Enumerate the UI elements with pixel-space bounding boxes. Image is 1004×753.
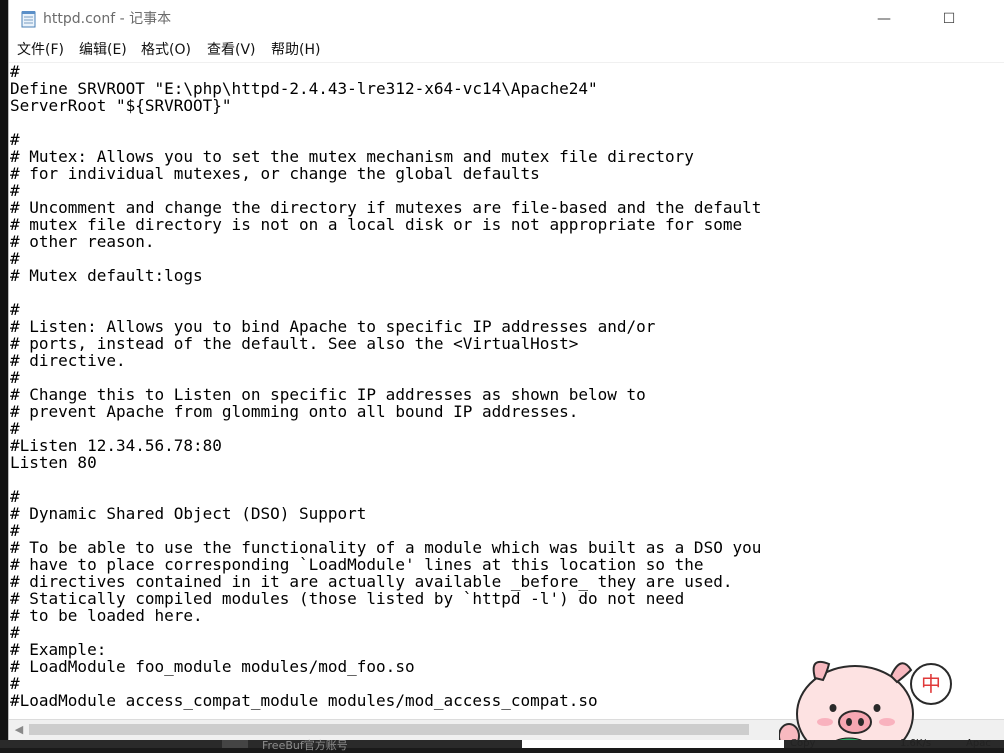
editor-line: # directives contained in it are actuall… [10,572,733,591]
close-button[interactable]: ✕ [991,0,1004,38]
taskbar: FreeBuf官方账号 Copy 1.6K/s Apac [0,738,1004,752]
editor-line: # Mutex default:logs [10,266,203,285]
taskbar-app-button[interactable] [222,740,248,748]
editor-line: # [10,130,20,149]
scrollbar-thumb[interactable] [29,724,749,735]
editor-line: Define SRVROOT "E:\php\httpd-2.4.43-lre3… [10,79,598,98]
editor-line: # Dynamic Shared Object (DSO) Support [10,504,367,523]
editor-line: # [10,623,20,642]
editor-line: # Uncomment and change the directory if … [10,198,762,217]
editor-line: ServerRoot "${SRVROOT}" [10,96,232,115]
editor-line: # Example: [10,640,107,659]
tray-apache-label: Apac [966,738,991,749]
editor-line: Listen 80 [10,453,97,472]
editor-line: #Listen 12.34.56.78:80 [10,436,222,455]
editor-line: # Listen: Allows you to bind Apache to s… [10,317,656,336]
taskbar-white-area [522,740,784,748]
editor-line: # for individual mutexes, or change the … [10,164,540,183]
notepad-icon [21,11,36,28]
editor-line: # [10,300,20,319]
title-bar[interactable]: httpd.conf - 记事本 — ☐ ✕ [9,0,1004,38]
editor-line: # [10,521,20,540]
text-editor-area[interactable]: # Define SRVROOT "E:\php\httpd-2.4.43-lr… [9,62,1004,740]
editor-line: # [10,249,20,268]
editor-line: # LoadModule foo_module modules/mod_foo.… [10,657,415,676]
editor-line: # Mutex: Allows you to set the mutex mec… [10,147,694,166]
editor-line: # To be able to use the functionality of… [10,538,762,557]
menu-file[interactable]: 文件(F) [17,40,64,60]
desktop-background-strip [0,0,8,748]
editor-line: # prevent Apache from glomming onto all … [10,402,579,421]
editor-line: # Statically compiled modules (those lis… [10,589,685,608]
menu-help[interactable]: 帮助(H) [271,40,320,60]
editor-line: # ports, instead of the default. See als… [10,334,579,353]
taskbar-freebuf-label: FreeBuf官方账号 [262,739,348,752]
chevron-left-icon[interactable]: ◀ [11,722,27,738]
editor-line: # to be loaded here. [10,606,203,625]
minimize-button[interactable]: — [861,0,907,38]
editor-line: # other reason. [10,232,155,251]
menu-bar: 文件(F) 编辑(E) 格式(O) 查看(V) 帮助(H) [9,38,1004,62]
menu-format[interactable]: 格式(O) [141,40,191,60]
editor-line: # [10,62,20,81]
sticker-text: 中 [921,672,941,696]
net-speed-label: 1.6K/s [900,738,932,749]
maximize-button[interactable]: ☐ [926,0,972,38]
editor-line: #LoadModule access_compat_module modules… [10,691,598,710]
editor-line: # [10,181,20,200]
window-title: httpd.conf - 记事本 [43,11,172,27]
editor-line: # [10,487,20,506]
tray-copy-label: Copy [790,738,816,749]
editor-line: # [10,368,20,387]
menu-edit[interactable]: 编辑(E) [79,40,127,60]
notepad-window: httpd.conf - 记事本 — ☐ ✕ 文件(F) 编辑(E) 格式(O)… [8,0,1004,740]
editor-line: # [10,674,20,693]
menu-view[interactable]: 查看(V) [207,40,256,60]
editor-line: # directive. [10,351,126,370]
editor-line: # [10,419,20,438]
pig-sticker-icon: 中 [779,660,952,740]
editor-line: # mutex file directory is not on a local… [10,215,743,234]
editor-line: # have to place corresponding `LoadModul… [10,555,704,574]
editor-line: # Change this to Listen on specific IP a… [10,385,646,404]
